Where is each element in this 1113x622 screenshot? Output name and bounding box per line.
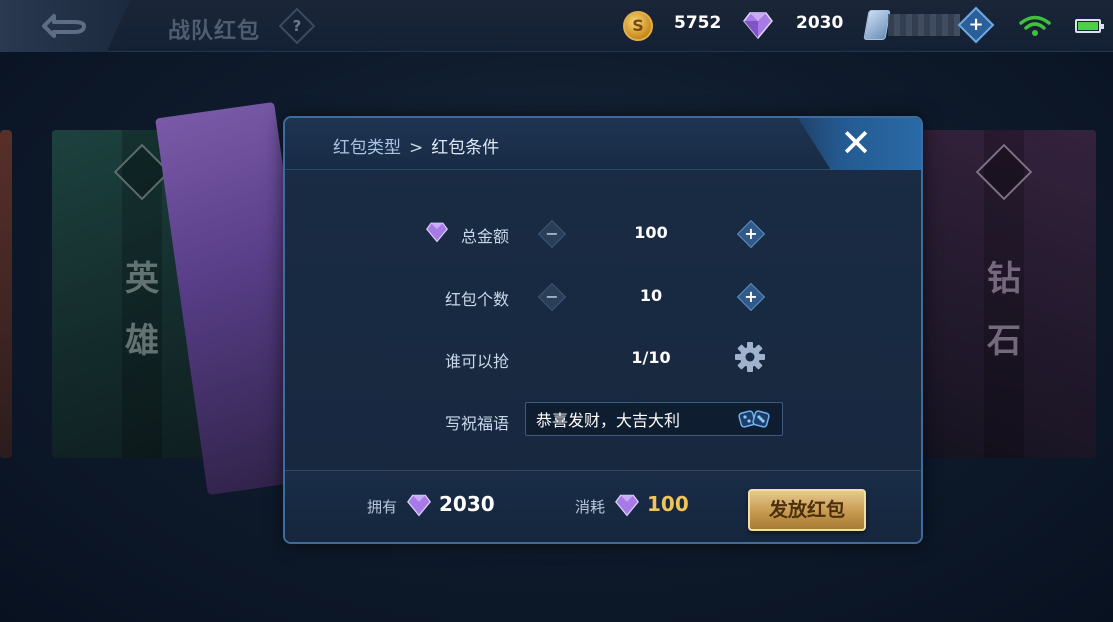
help-icon[interactable]: ? (278, 7, 316, 45)
card-label-hero: 英 雄 (125, 259, 159, 361)
diamond-red-packet-card[interactable]: 钻 石 (918, 130, 1096, 458)
owned-gem-count: 2030 (439, 492, 495, 516)
gem-balance: 2030 (796, 13, 844, 33)
random-dice-icon[interactable] (737, 407, 773, 431)
packet-count-value: 10 (639, 286, 663, 305)
dialog-header: 红包类型 > 红包条件 ✕ (285, 118, 921, 170)
coin-balance: 5752 (674, 13, 722, 33)
card-label-diamond: 钻 石 (987, 259, 1021, 361)
total-amount-value: 100 (634, 223, 668, 242)
back-button[interactable] (0, 0, 130, 52)
recharge-button[interactable]: + (957, 6, 995, 44)
owned-label: 拥有 (367, 498, 398, 516)
who-can-grab-value: 1/10 (631, 348, 671, 367)
diamond-gem-icon (743, 12, 773, 40)
back-arrow-icon (42, 14, 86, 38)
page-title: 战队红包 (168, 19, 261, 44)
vip-card-icon (863, 10, 891, 40)
total-amount-minus-button[interactable]: − (537, 219, 567, 249)
breadcrumb-red-packet-type[interactable]: 红包类型 (333, 138, 401, 158)
total-amount-label: 总金额 (460, 227, 509, 246)
cost-gem-icon (615, 494, 639, 517)
cost-gem-count: 100 (647, 492, 689, 516)
packet-count-label: 红包个数 (444, 290, 509, 309)
who-can-grab-label: 谁可以抢 (444, 352, 509, 371)
dialog-footer: 拥有 2030 消耗 100 发放红包 (285, 470, 921, 542)
close-button[interactable]: ✕ (839, 124, 873, 162)
card-edge-left (0, 130, 12, 458)
packet-count-minus-button[interactable]: − (537, 282, 567, 312)
top-bar: 战队红包 ? S 5752 2030 + (0, 0, 1113, 52)
gold-coin-icon: S (623, 11, 653, 41)
total-amount-plus-button[interactable]: + (736, 219, 766, 249)
owned-gem-icon (407, 494, 431, 517)
blurred-currency (888, 14, 960, 36)
gear-icon[interactable] (734, 341, 766, 373)
cost-label: 消耗 (575, 498, 606, 516)
wifi-icon (1019, 15, 1051, 36)
battery-icon (1075, 19, 1104, 33)
breadcrumb: 红包类型 > 红包条件 (333, 138, 500, 158)
packet-count-plus-button[interactable]: + (736, 282, 766, 312)
breadcrumb-red-packet-conditions: 红包条件 (431, 138, 500, 158)
blessing-label: 写祝福语 (444, 414, 509, 433)
red-packet-conditions-dialog: 红包类型 > 红包条件 ✕ 总金额 − 100 + 红包个数 − 10 + 谁可以抢… (283, 116, 923, 544)
send-red-packet-button[interactable]: 发放红包 (748, 489, 866, 531)
